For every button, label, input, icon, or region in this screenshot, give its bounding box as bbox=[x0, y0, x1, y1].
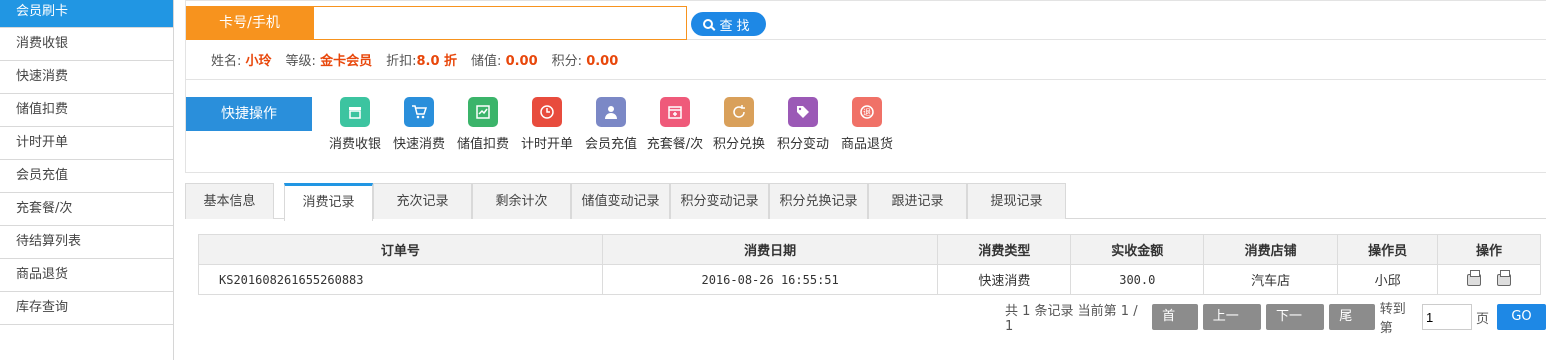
sidebar-item-checkout[interactable]: 消费收银 bbox=[0, 28, 173, 61]
record-tabs: 基本信息 消费记录 充次记录 剩余计次 储值变动记录 积分变动记录 积分兑换记录… bbox=[185, 182, 1546, 221]
cell-operator: 小邱 bbox=[1337, 264, 1439, 295]
sidebar-item-timed-order[interactable]: 计时开单 bbox=[0, 127, 173, 160]
quick-stored-deduct[interactable]: 储值扣费 bbox=[451, 97, 515, 152]
col-type: 消费类型 bbox=[937, 234, 1072, 265]
quick-timed-order[interactable]: 计时开单 bbox=[515, 97, 579, 152]
quick-item-label: 积分兑换 bbox=[712, 137, 765, 152]
col-date: 消费日期 bbox=[601, 234, 939, 265]
sidebar-item-product-return[interactable]: 商品退货 bbox=[0, 259, 173, 292]
last-page-button[interactable]: 尾页 bbox=[1329, 304, 1375, 350]
sidebar-item-member-card[interactable]: 会员刷卡 bbox=[0, 0, 173, 28]
tab-stored-change[interactable]: 储值变动记录 bbox=[571, 183, 670, 219]
quick-item-label: 快速消费 bbox=[392, 137, 445, 152]
pager-summary: 共 1 条记录 当前第 1 / 1 bbox=[1005, 304, 1138, 334]
tab-recharge-times[interactable]: 充次记录 bbox=[373, 183, 472, 219]
quick-item-label: 消费收银 bbox=[328, 137, 381, 152]
goto-page-input[interactable] bbox=[1421, 304, 1472, 330]
table-row: KS20160826165526088​3 2016-08-26 16:55:5… bbox=[198, 264, 1541, 295]
sidebar-item-package[interactable]: 充套餐/次 bbox=[0, 193, 173, 226]
quick-actions: 快捷操作 消费收银 快速消费 储值扣费 计时开单 会员充值 充套餐/次 积分兑换… bbox=[185, 80, 1546, 173]
quick-fast-consume[interactable]: 快速消费 bbox=[387, 97, 451, 152]
cell-action bbox=[1437, 264, 1541, 295]
search-label: 卡号/手机 bbox=[186, 6, 313, 40]
member-balance: 储值: 0.00 bbox=[471, 54, 538, 69]
member-name: 姓名: 小玲 bbox=[211, 54, 272, 69]
return-icon: 退 bbox=[852, 97, 882, 127]
tab-basic-info[interactable]: 基本信息 bbox=[185, 183, 274, 219]
tab-consume-records[interactable]: 消费记录 bbox=[284, 183, 373, 221]
member-points: 积分: 0.00 bbox=[551, 54, 619, 69]
refresh-icon bbox=[724, 97, 754, 127]
cell-order: KS20160826165526088​3 bbox=[198, 264, 603, 295]
sidebar-item-member-recharge[interactable]: 会员充值 bbox=[0, 160, 173, 193]
prev-page-button[interactable]: 上一页 bbox=[1202, 304, 1261, 350]
calendar-icon bbox=[660, 97, 690, 127]
member-info: 姓名: 小玲 等级: 金卡会员 折扣:8.0 折 储值: 0.00 积分: 0.… bbox=[185, 40, 1546, 80]
quick-product-return[interactable]: 退 商品退货 bbox=[835, 97, 899, 152]
quick-actions-label: 快捷操作 bbox=[186, 97, 312, 131]
cell-shop: 汽车店 bbox=[1203, 264, 1339, 295]
quick-checkout[interactable]: 消费收银 bbox=[323, 97, 387, 152]
clock-icon bbox=[532, 97, 562, 127]
cart-icon bbox=[404, 97, 434, 127]
chart-icon bbox=[468, 97, 498, 127]
col-action: 操作 bbox=[1437, 234, 1541, 265]
col-operator: 操作员 bbox=[1337, 234, 1439, 265]
quick-item-label: 储值扣费 bbox=[456, 137, 509, 152]
col-order: 订单号 bbox=[198, 234, 603, 265]
cell-amount: 300.0 bbox=[1070, 264, 1205, 295]
quick-item-label: 积分变动 bbox=[776, 137, 829, 152]
cell-type: 快速消费 bbox=[937, 264, 1072, 295]
sidebar-item-quick-consume[interactable]: 快速消费 bbox=[0, 61, 173, 94]
quick-points-change[interactable]: 积分变动 bbox=[771, 97, 835, 152]
print-icon[interactable] bbox=[1467, 270, 1482, 286]
main-panel: 卡号/手机 查找 姓名: 小玲 等级: 金卡会员 折扣:8.0 折 储值: 0.… bbox=[185, 0, 1546, 360]
goto-label: 转到第 bbox=[1379, 302, 1406, 336]
user-icon bbox=[596, 97, 626, 127]
quick-member-recharge[interactable]: 会员充值 bbox=[579, 97, 643, 152]
tab-follow-up[interactable]: 跟进记录 bbox=[868, 183, 967, 219]
svg-text:退: 退 bbox=[863, 108, 871, 117]
quick-item-label: 充套餐/次 bbox=[646, 137, 704, 152]
page-unit: 页 bbox=[1475, 311, 1489, 327]
quick-points-exchange[interactable]: 积分兑换 bbox=[707, 97, 771, 152]
go-button[interactable]: GO bbox=[1496, 304, 1546, 330]
tab-points-change[interactable]: 积分变动记录 bbox=[670, 183, 769, 219]
store-icon bbox=[340, 97, 370, 127]
sidebar-item-stored-deduct[interactable]: 储值扣费 bbox=[0, 94, 173, 127]
search-input[interactable] bbox=[313, 6, 687, 40]
next-page-button[interactable]: 下一页 bbox=[1265, 304, 1325, 350]
quick-package[interactable]: 充套餐/次 bbox=[643, 97, 707, 152]
member-level: 等级: 金卡会员 bbox=[285, 54, 373, 69]
col-shop: 消费店铺 bbox=[1203, 234, 1339, 265]
tab-withdraw[interactable]: 提现记录 bbox=[967, 183, 1066, 219]
table-header-row: 订单号 消费日期 消费类型 实收金额 消费店铺 操作员 操作 bbox=[198, 234, 1541, 265]
cell-date: 2016-08-26 16:55:51 bbox=[601, 264, 939, 295]
search-row: 卡号/手机 查找 bbox=[185, 0, 1546, 40]
tab-remaining-times[interactable]: 剩余计次 bbox=[472, 183, 571, 219]
pagination: 共 1 条记录 当前第 1 / 1 首页 上一页 下一页 尾页 转到第 页 GO bbox=[1005, 302, 1546, 350]
tab-points-exchange[interactable]: 积分兑换记录 bbox=[769, 183, 868, 219]
first-page-button[interactable]: 首页 bbox=[1152, 304, 1198, 350]
sidebar-item-stock-query[interactable]: 库存查询 bbox=[0, 292, 173, 325]
quick-item-label: 会员充值 bbox=[584, 137, 637, 152]
print-receipt-icon[interactable] bbox=[1496, 270, 1511, 286]
search-icon bbox=[703, 19, 714, 29]
search-button[interactable]: 查找 bbox=[691, 12, 766, 36]
tag-icon bbox=[788, 97, 818, 127]
sidebar-item-pending-list[interactable]: 待结算列表 bbox=[0, 226, 173, 259]
sidebar: 会员刷卡 消费收银 快速消费 储值扣费 计时开单 会员充值 充套餐/次 待结算列… bbox=[0, 0, 174, 360]
col-amount: 实收金额 bbox=[1070, 234, 1205, 265]
quick-item-label: 计时开单 bbox=[520, 137, 573, 152]
search-button-label: 查找 bbox=[719, 17, 754, 33]
member-discount: 折扣:8.0 折 bbox=[386, 54, 458, 69]
records-table: 订单号 消费日期 消费类型 实收金额 消费店铺 操作员 操作 KS2016082… bbox=[198, 234, 1541, 295]
quick-item-label: 商品退货 bbox=[840, 137, 893, 152]
